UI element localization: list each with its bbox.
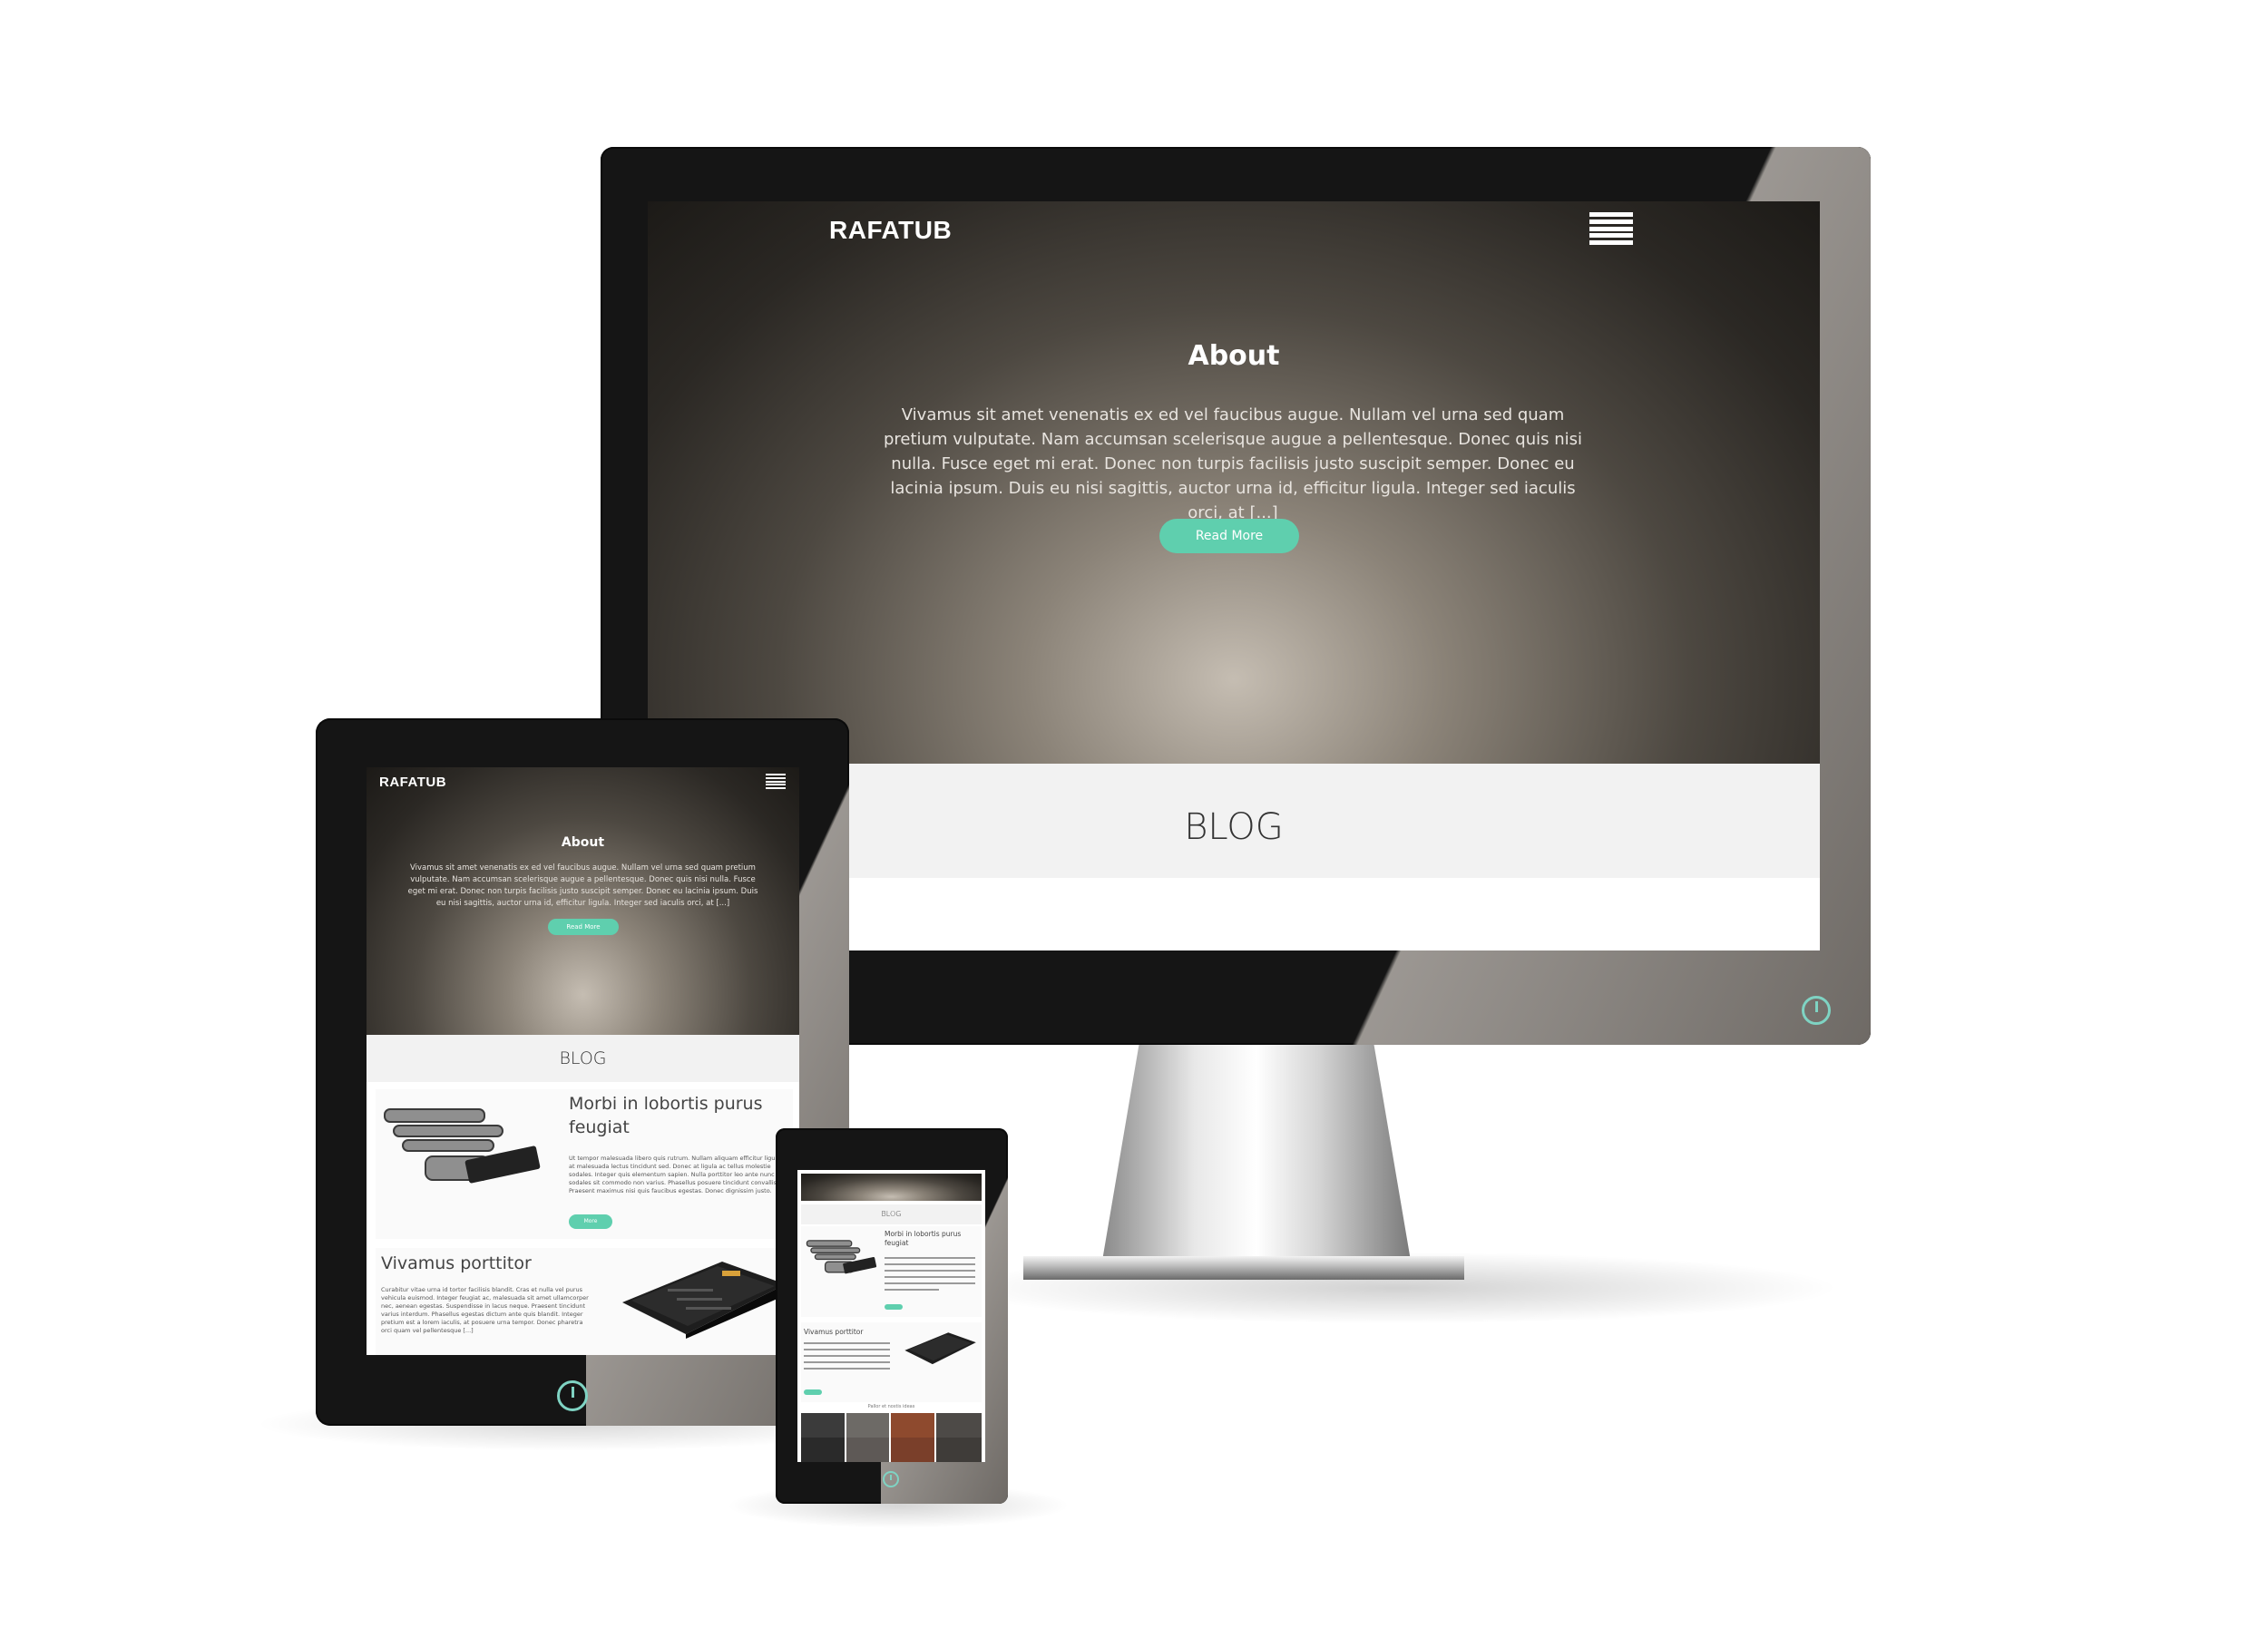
tablet-power-icon[interactable] xyxy=(557,1380,588,1411)
phone-mixing-console-image xyxy=(904,1332,976,1365)
phone-post-more-button[interactable] xyxy=(885,1304,903,1310)
tablet-screen: RAFATUB About Vivamus sit amet venenatis… xyxy=(367,767,799,1355)
about-paragraph: Vivamus sit amet venenatis ex ed vel fau… xyxy=(883,405,1583,522)
phone-post-more-button[interactable] xyxy=(804,1389,822,1395)
read-more-button[interactable]: Read More xyxy=(1159,519,1299,553)
about-heading: About xyxy=(1188,340,1280,372)
tablet-post-card: Vivamus porttitor Curabitur vitae urna i… xyxy=(376,1248,793,1355)
post-more-button[interactable]: More xyxy=(569,1214,612,1229)
phone-screen: BLOG Morbi in lobortis purus feugiat Viv… xyxy=(797,1170,985,1462)
robot-hand-image xyxy=(376,1089,548,1203)
post-title[interactable]: Vivamus porttitor xyxy=(381,1253,599,1273)
phone-post-card: Morbi in lobortis purus feugiat xyxy=(801,1226,982,1317)
mixing-console-image xyxy=(622,1262,786,1339)
tablet-hero: RAFATUB About Vivamus sit amet venenatis… xyxy=(367,767,799,1035)
phone-power-icon[interactable] xyxy=(883,1471,899,1487)
post-excerpt: Curabitur vitae urna id tortor facilisis… xyxy=(381,1286,589,1334)
phone-robot-hand-image xyxy=(806,1240,877,1274)
phone-footer-caption: Pallor et nostis ideas xyxy=(867,1404,915,1409)
tablet-blog-heading: BLOG xyxy=(367,1035,799,1082)
power-icon[interactable] xyxy=(1802,996,1831,1025)
phone-photo-gallery xyxy=(801,1413,982,1462)
tablet-post-card: Morbi in lobortis purus feugiat Ut tempo… xyxy=(376,1089,793,1239)
phone-blog-heading: BLOG xyxy=(801,1204,982,1224)
tablet-about-heading: About xyxy=(561,835,605,850)
tablet-about-paragraph: Vivamus sit amet venenatis ex ed vel fau… xyxy=(407,863,758,908)
post-excerpt: Ut tempor malesuada libero quis rutrum. … xyxy=(569,1155,783,1194)
tablet-site-logo[interactable]: RAFATUB xyxy=(379,775,446,790)
tablet-hamburger-menu-icon[interactable] xyxy=(766,774,786,789)
hero-section: RAFATUB About Vivamus sit amet venenatis… xyxy=(648,201,1820,764)
phone-post-title[interactable]: Morbi in lobortis purus feugiat xyxy=(885,1230,980,1248)
hamburger-menu-icon[interactable] xyxy=(1589,212,1633,245)
phone-post-card: Vivamus porttitor xyxy=(801,1322,982,1402)
post-title[interactable]: Morbi in lobortis purus feugiat xyxy=(569,1092,787,1139)
monitor-stand-neck xyxy=(1102,1043,1411,1261)
phone-hero xyxy=(801,1174,982,1201)
phone-post-excerpt xyxy=(885,1257,975,1295)
phone-post-excerpt xyxy=(804,1342,890,1374)
monitor-stand-base xyxy=(1023,1256,1464,1280)
tablet-read-more-button[interactable]: Read More xyxy=(548,919,619,935)
phone-post-title[interactable]: Vivamus porttitor xyxy=(804,1328,894,1336)
site-logo[interactable]: RAFATUB xyxy=(829,216,952,245)
